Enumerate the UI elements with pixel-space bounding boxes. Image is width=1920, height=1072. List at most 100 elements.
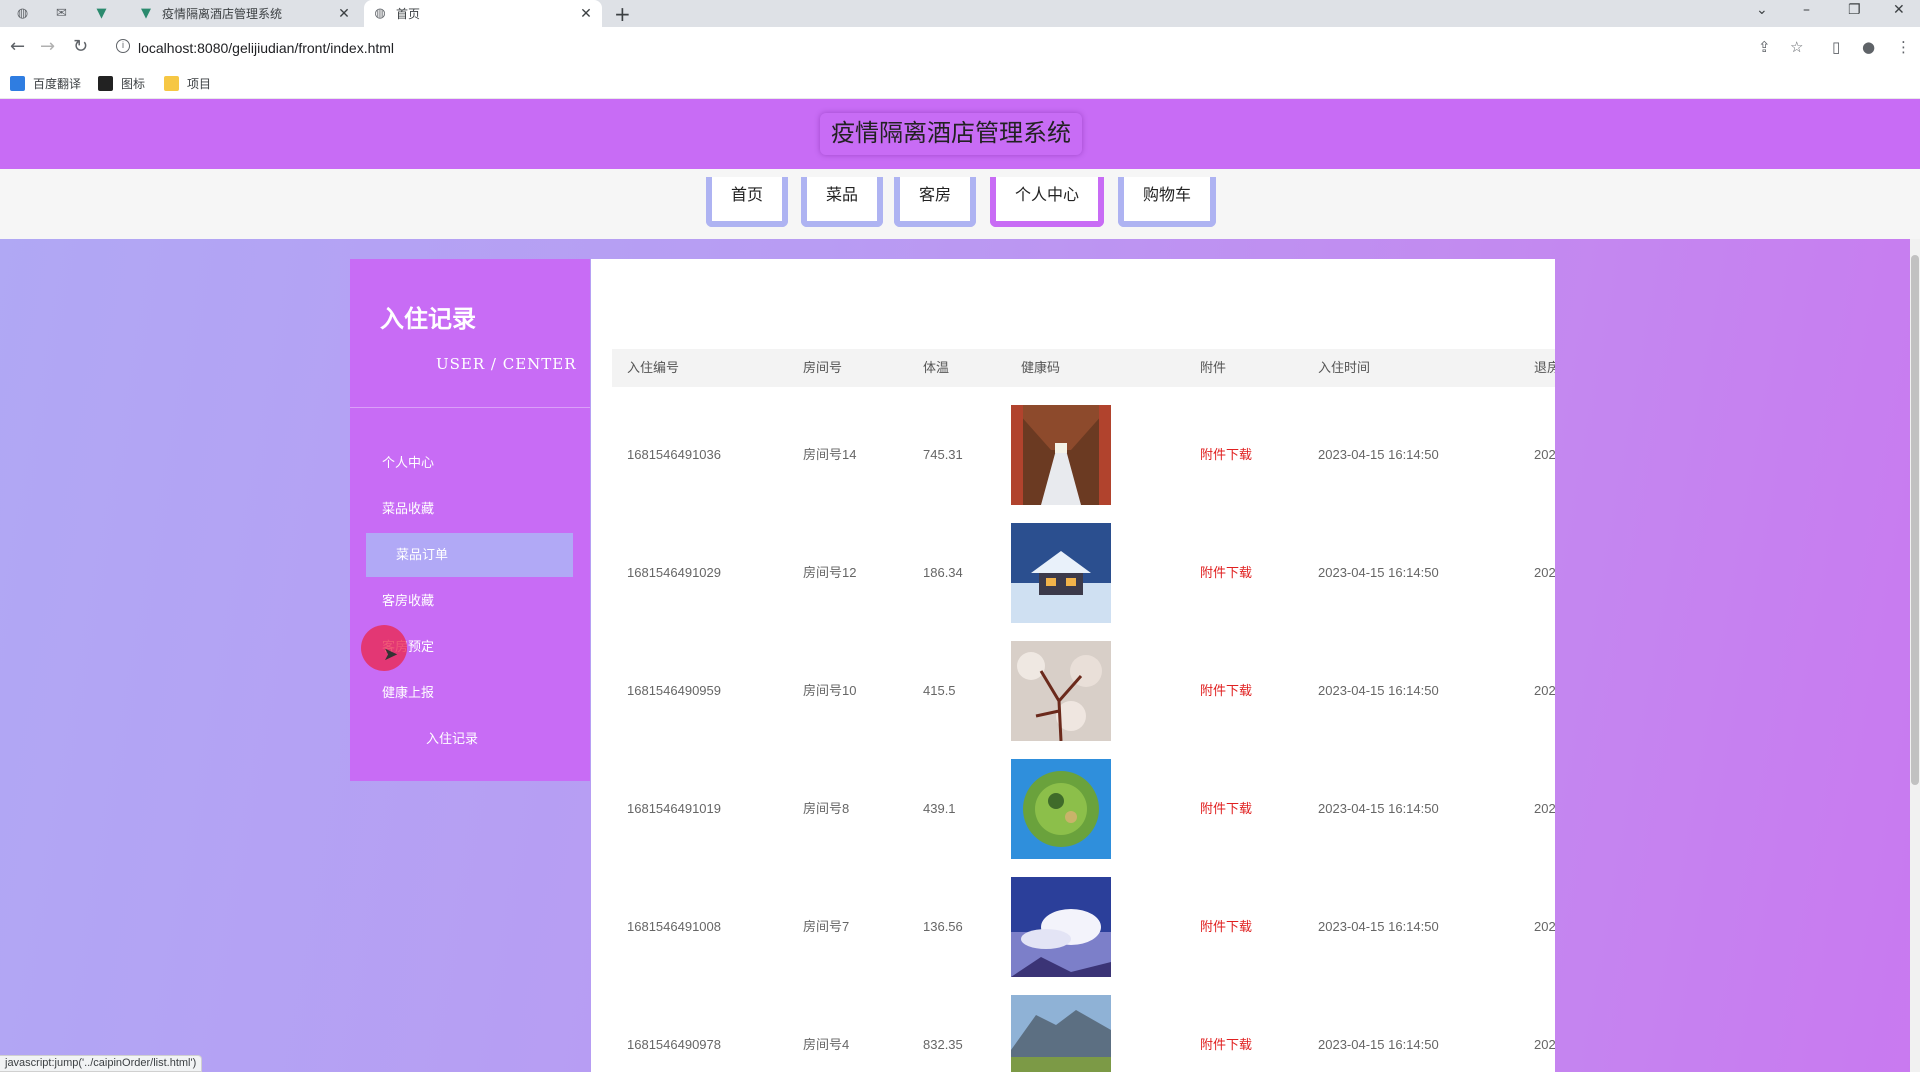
close-window-button[interactable]: ✕ (1893, 2, 1905, 18)
nav-dishes[interactable]: 菜品 (801, 177, 883, 227)
attachment-download-link[interactable]: 附件下载 (1200, 868, 1252, 986)
bookmark-folder-project[interactable]: 项目 (164, 75, 211, 92)
health-code-image[interactable] (1011, 523, 1111, 623)
nav-cart[interactable]: 购物车 (1118, 177, 1216, 227)
image-icon (98, 76, 113, 91)
checkin-time: 2023-04-15 16:14:50 (1318, 565, 1439, 580)
attachment-download-link[interactable]: 附件下载 (1200, 750, 1252, 868)
table-row[interactable]: 1681546490978 房间号4 832.35 附件下载 2023-04-1… (612, 986, 1555, 1072)
sidebar-title: 入住记录 (380, 306, 476, 333)
new-tab-button[interactable]: + (614, 2, 631, 26)
forward-icon[interactable]: → (40, 36, 55, 57)
room-number: 房间号7 (803, 919, 850, 934)
mouse-cursor-icon: ➤ (383, 644, 399, 665)
globe-icon[interactable]: ◍ (14, 5, 31, 22)
table-row[interactable]: 1681546491036 房间号14 745.31 附件下载 2023-04-… (612, 396, 1555, 514)
col-attachment: 附件 (1200, 360, 1227, 375)
checkout-time: 202 (1534, 565, 1555, 580)
checkin-id: 1681546491008 (627, 919, 721, 934)
sidepanel-icon[interactable]: ▯ (1832, 38, 1840, 56)
site-title: 疫情隔离酒店管理系统 (820, 113, 1082, 155)
sidebar-item-room-favorites[interactable]: 客房收藏 (366, 579, 573, 623)
nav-user-center[interactable]: 个人中心 (990, 177, 1104, 227)
page-scrollbar[interactable] (1910, 239, 1920, 1072)
profile-icon[interactable]: ● (1862, 38, 1875, 56)
v-logo-icon[interactable]: ▼ (93, 5, 110, 22)
checkin-id: 1681546491036 (627, 447, 721, 462)
health-code-image[interactable] (1011, 641, 1111, 741)
checkout-time: 202 (1534, 447, 1555, 462)
col-room: 房间号 (803, 360, 843, 375)
scrollbar-thumb[interactable] (1911, 255, 1919, 785)
checkout-time: 202 (1534, 683, 1555, 698)
health-code-image[interactable] (1011, 877, 1111, 977)
sidebar-item-checkin-records[interactable]: 入住记录 (366, 717, 573, 761)
sidebar-item-dish-orders[interactable]: 菜品订单 (366, 533, 573, 577)
nav-home[interactable]: 首页 (706, 177, 788, 227)
bookmark-icons[interactable]: 图标 (98, 75, 145, 92)
table-header: 入住编号 房间号 体温 健康码 附件 入住时间 退房 (612, 349, 1555, 387)
health-code-image[interactable] (1011, 995, 1111, 1072)
table-row[interactable]: 1681546491029 房间号12 186.34 附件下载 2023-04-… (612, 514, 1555, 632)
star-icon[interactable]: ☆ (1790, 38, 1803, 56)
checkin-time: 2023-04-15 16:14:50 (1318, 683, 1439, 698)
checkin-id: 1681546491019 (627, 801, 721, 816)
col-health-code: 健康码 (1021, 360, 1061, 375)
attachment-download-link[interactable]: 附件下载 (1200, 396, 1252, 514)
mail-icon[interactable]: ✉ (53, 5, 70, 22)
table-row[interactable]: 1681546490959 房间号10 415.5 附件下载 2023-04-1… (612, 632, 1555, 750)
close-icon[interactable]: ✕ (336, 6, 352, 22)
tab-home[interactable]: ◍ 首页 ✕ (364, 0, 602, 27)
checkin-id: 1681546490959 (627, 683, 721, 698)
bookmark-label: 项目 (187, 77, 212, 91)
checkin-time: 2023-04-15 16:14:50 (1318, 919, 1439, 934)
bookmark-baidu-translate[interactable]: 百度翻译 (10, 75, 81, 92)
temperature: 186.34 (923, 565, 963, 580)
sidebar-item-health-report[interactable]: 健康上报 (366, 671, 573, 715)
checkout-time: 202 (1534, 919, 1555, 934)
nav-rooms[interactable]: 客房 (894, 177, 976, 227)
minimize-button[interactable]: – (1803, 2, 1810, 18)
url-text: localhost:8080/gelijiudian/front/index.h… (138, 40, 395, 56)
page: 疫情隔离酒店管理系统 首页 菜品 客房 个人中心 购物车 入住记录 USER /… (0, 99, 1920, 1072)
folder-icon (164, 76, 179, 91)
attachment-download-link[interactable]: 附件下载 (1200, 986, 1252, 1072)
tab-hotel-system[interactable]: ▼ 疫情隔离酒店管理系统 ✕ (130, 0, 360, 27)
address-bar: ← → ↻ i localhost:8080/gelijiudian/front… (0, 27, 1920, 68)
checkin-time: 2023-04-15 16:14:50 (1318, 447, 1439, 462)
bookmarks-bar: 百度翻译 图标 项目 (0, 68, 1920, 99)
reload-icon[interactable]: ↻ (73, 36, 88, 57)
share-icon[interactable]: ⇪ (1758, 38, 1771, 56)
col-checkout: 退房 (1534, 360, 1555, 375)
translate-icon (10, 76, 25, 91)
menu-icon[interactable]: ⋮ (1896, 38, 1911, 56)
temperature: 136.56 (923, 919, 963, 934)
tab-title: 疫情隔离酒店管理系统 (162, 7, 283, 21)
attachment-download-link[interactable]: 附件下载 (1200, 632, 1252, 750)
checkin-time: 2023-04-15 16:14:50 (1318, 801, 1439, 816)
tab-search-icon[interactable]: ⌄ (1756, 2, 1768, 18)
restore-button[interactable]: ❐ (1848, 2, 1861, 18)
user-sidebar: 入住记录 USER / CENTER 个人中心 菜品收藏 菜品订单 客房收藏 客… (350, 259, 590, 781)
close-icon[interactable]: ✕ (578, 6, 594, 22)
url-field[interactable]: i localhost:8080/gelijiudian/front/index… (108, 34, 1808, 62)
globe-icon: ◍ (374, 6, 386, 21)
status-bar-url: javascript:jump('../caipinOrder/list.htm… (0, 1055, 203, 1072)
main-nav: 首页 菜品 客房 个人中心 购物车 (0, 169, 1920, 239)
table-row[interactable]: 1681546491008 房间号7 136.56 附件下载 2023-04-1… (612, 868, 1555, 986)
checkin-records-panel: 入住编号 房间号 体温 健康码 附件 入住时间 退房 1681546491036… (591, 259, 1555, 1072)
table-row[interactable]: 1681546491019 房间号8 439.1 附件下载 2023-04-15… (612, 750, 1555, 868)
sidebar-item-dish-favorites[interactable]: 菜品收藏 (366, 487, 573, 531)
health-code-image[interactable] (1011, 759, 1111, 859)
site-header: 疫情隔离酒店管理系统 (0, 99, 1920, 169)
back-icon[interactable]: ← (10, 36, 25, 57)
room-number: 房间号8 (803, 801, 850, 816)
room-number: 房间号14 (803, 447, 857, 462)
attachment-download-link[interactable]: 附件下载 (1200, 514, 1252, 632)
temperature: 832.35 (923, 1037, 963, 1052)
info-icon[interactable]: i (116, 39, 130, 53)
temperature: 439.1 (923, 801, 956, 816)
checkin-time: 2023-04-15 16:14:50 (1318, 1037, 1439, 1052)
health-code-image[interactable] (1011, 405, 1111, 505)
sidebar-item-user-center[interactable]: 个人中心 (366, 441, 573, 485)
